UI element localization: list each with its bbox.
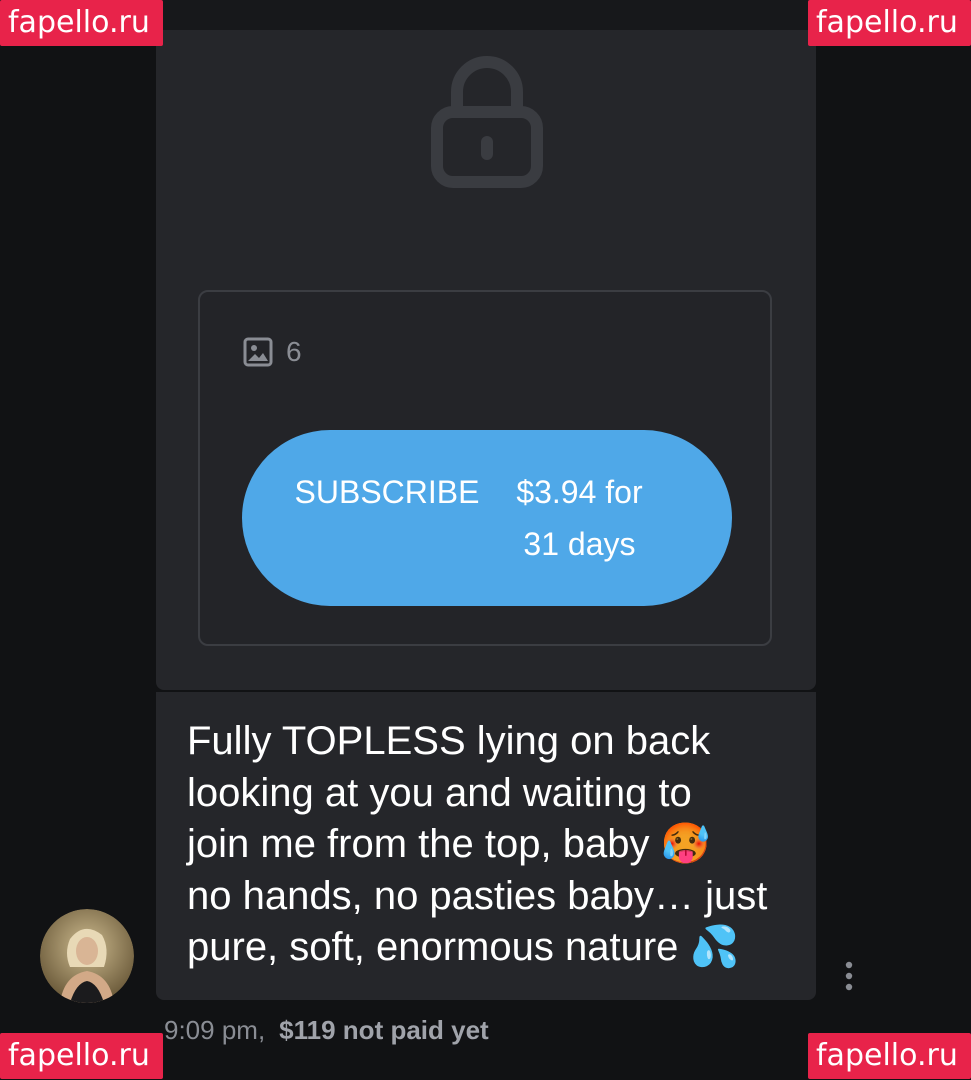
avatar[interactable]: [40, 909, 134, 1003]
subscribe-price-line2: 31 days: [523, 526, 636, 562]
image-icon: [243, 337, 273, 367]
message-line: Fully TOPLESS lying on back: [187, 719, 711, 763]
subscribe-button[interactable]: SUBSCRIBE $3.94 for 31 days: [242, 430, 732, 606]
message-time: 9:09 pm,: [164, 1015, 266, 1045]
lock-icon: [431, 56, 543, 188]
watermark: fapello.ru: [0, 1033, 163, 1079]
subscribe-price: $3.94 for 31 days: [499, 466, 659, 570]
locked-content-card: 6 SUBSCRIBE $3.94 for 31 days: [198, 290, 772, 646]
subscribe-label: SUBSCRIBE: [294, 474, 480, 510]
subscribe-price-line1: $3.94 for: [516, 474, 643, 510]
watermark: fapello.ru: [808, 0, 971, 46]
payment-status: $119 not paid yet: [279, 1015, 489, 1045]
message-line: looking at you and waiting to: [187, 770, 692, 815]
media-count-value: 6: [286, 336, 302, 367]
watermark: fapello.ru: [0, 0, 163, 46]
message-line: pure, soft, enormous nature 💦: [187, 925, 740, 969]
media-count: 6: [242, 336, 302, 368]
message-text: Fully TOPLESS lying on back looking at y…: [187, 716, 797, 974]
message-line: join me from the top, baby 🥵: [187, 822, 711, 866]
more-vertical-icon[interactable]: [838, 960, 860, 992]
message-line: no hands, no pasties baby… just: [187, 873, 768, 918]
message-bubble: Fully TOPLESS lying on back looking at y…: [156, 692, 816, 1000]
watermark: fapello.ru: [808, 1033, 971, 1079]
locked-media-bubble: 6 SUBSCRIBE $3.94 for 31 days: [156, 30, 816, 690]
message-meta: 9:09 pm, $119 not paid yet: [164, 1015, 489, 1046]
chat-screen: 6 SUBSCRIBE $3.94 for 31 days Fully TOPL…: [0, 0, 971, 1080]
